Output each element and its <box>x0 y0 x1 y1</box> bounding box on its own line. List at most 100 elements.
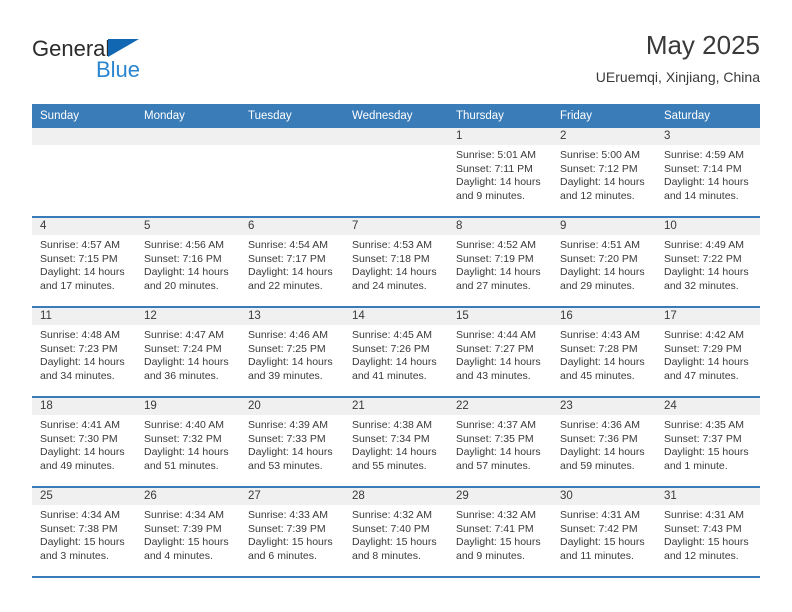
calendar-bottom-rule <box>32 576 760 578</box>
calendar-day-cell[interactable]: 22 Sunrise: 4:37 AM Sunset: 7:35 PM Dayligh… <box>448 398 552 486</box>
calendar-day-cell[interactable]: 25 Sunrise: 4:34 AM Sunset: 7:38 PM Dayligh… <box>32 488 136 576</box>
daylight-text: Daylight: 14 hours and 34 minutes. <box>40 356 125 382</box>
sunrise-text: Sunrise: 4:41 AM <box>40 419 120 431</box>
sunset-text: Sunset: 7:15 PM <box>40 252 118 265</box>
daylight-text: Daylight: 14 hours and 41 minutes. <box>352 356 437 382</box>
sunrise-text: Sunrise: 4:43 AM <box>560 329 640 341</box>
daylight-text: Daylight: 15 hours and 12 minutes. <box>664 536 749 562</box>
logo-text-blue: Blue <box>96 57 141 82</box>
sunset-text: Sunset: 7:16 PM <box>144 252 222 265</box>
sunset-text: Sunset: 7:27 PM <box>456 342 534 355</box>
sunset-text: Sunset: 7:37 PM <box>664 432 742 445</box>
sunset-text: Sunset: 7:39 PM <box>144 522 222 535</box>
daylight-text: Daylight: 15 hours and 3 minutes. <box>40 536 125 562</box>
day-number: 12 <box>136 308 240 325</box>
day-number: 24 <box>656 398 760 415</box>
calendar-day-cell[interactable]: 10 Sunrise: 4:49 AM Sunset: 7:22 PM Dayligh… <box>656 218 760 306</box>
calendar-week-row: 18 Sunrise: 4:41 AM Sunset: 7:30 PM Dayligh… <box>32 396 760 486</box>
calendar-day-cell[interactable]: 12 Sunrise: 4:47 AM Sunset: 7:24 PM Dayligh… <box>136 308 240 396</box>
calendar-day-cell[interactable]: 18 Sunrise: 4:41 AM Sunset: 7:30 PM Dayligh… <box>32 398 136 486</box>
sunset-text: Sunset: 7:38 PM <box>40 522 118 535</box>
day-details: Sunrise: 4:37 AM Sunset: 7:35 PM Daylight:… <box>448 415 552 473</box>
calendar-day-cell[interactable]: 2 Sunrise: 5:00 AM Sunset: 7:12 PM Daylight… <box>552 128 656 216</box>
sunset-text: Sunset: 7:29 PM <box>664 342 742 355</box>
sunset-text: Sunset: 7:17 PM <box>248 252 326 265</box>
day-details: Sunrise: 4:57 AM Sunset: 7:15 PM Daylight:… <box>32 235 136 293</box>
calendar-cell-empty <box>344 128 448 216</box>
calendar-day-cell[interactable]: 13 Sunrise: 4:46 AM Sunset: 7:25 PM Dayligh… <box>240 308 344 396</box>
sunset-text: Sunset: 7:33 PM <box>248 432 326 445</box>
weekday-header-monday: Monday <box>144 110 185 122</box>
sunset-text: Sunset: 7:42 PM <box>560 522 638 535</box>
calendar-day-cell[interactable]: 8 Sunrise: 4:52 AM Sunset: 7:19 PM Daylight… <box>448 218 552 306</box>
day-details: Sunrise: 4:53 AM Sunset: 7:18 PM Daylight:… <box>344 235 448 293</box>
calendar-day-cell[interactable]: 23 Sunrise: 4:36 AM Sunset: 7:36 PM Dayligh… <box>552 398 656 486</box>
daylight-text: Daylight: 14 hours and 12 minutes. <box>560 176 645 202</box>
sunrise-text: Sunrise: 4:57 AM <box>40 239 120 251</box>
calendar-week-row: 4 Sunrise: 4:57 AM Sunset: 7:15 PM Daylight… <box>32 216 760 306</box>
daylight-text: Daylight: 14 hours and 51 minutes. <box>144 446 229 472</box>
calendar-day-cell[interactable]: 19 Sunrise: 4:40 AM Sunset: 7:32 PM Dayligh… <box>136 398 240 486</box>
daylight-text: Daylight: 14 hours and 36 minutes. <box>144 356 229 382</box>
sunrise-text: Sunrise: 5:00 AM <box>560 149 640 161</box>
calendar-day-cell[interactable]: 27 Sunrise: 4:33 AM Sunset: 7:39 PM Dayligh… <box>240 488 344 576</box>
daylight-text: Daylight: 15 hours and 4 minutes. <box>144 536 229 562</box>
day-number: 1 <box>448 128 552 145</box>
day-number: 3 <box>656 128 760 145</box>
day-details: Sunrise: 4:31 AM Sunset: 7:43 PM Daylight:… <box>656 505 760 563</box>
sunset-text: Sunset: 7:39 PM <box>248 522 326 535</box>
day-details: Sunrise: 4:52 AM Sunset: 7:19 PM Daylight:… <box>448 235 552 293</box>
day-details: Sunrise: 4:56 AM Sunset: 7:16 PM Daylight:… <box>136 235 240 293</box>
calendar-day-cell[interactable]: 31 Sunrise: 4:31 AM Sunset: 7:43 PM Dayligh… <box>656 488 760 576</box>
daylight-text: Daylight: 14 hours and 39 minutes. <box>248 356 333 382</box>
sunrise-text: Sunrise: 4:36 AM <box>560 419 640 431</box>
sunrise-text: Sunrise: 4:56 AM <box>144 239 224 251</box>
day-number: 7 <box>344 218 448 235</box>
weekday-header-thursday: Thursday <box>456 110 504 122</box>
sunset-text: Sunset: 7:28 PM <box>560 342 638 355</box>
calendar-day-cell[interactable]: 5 Sunrise: 4:56 AM Sunset: 7:16 PM Daylight… <box>136 218 240 306</box>
calendar-day-cell[interactable]: 9 Sunrise: 4:51 AM Sunset: 7:20 PM Daylight… <box>552 218 656 306</box>
day-details: Sunrise: 4:40 AM Sunset: 7:32 PM Daylight:… <box>136 415 240 473</box>
sunrise-text: Sunrise: 4:46 AM <box>248 329 328 341</box>
day-number: 14 <box>344 308 448 325</box>
day-number: 19 <box>136 398 240 415</box>
calendar-day-cell[interactable]: 20 Sunrise: 4:39 AM Sunset: 7:33 PM Dayligh… <box>240 398 344 486</box>
calendar-day-cell[interactable]: 4 Sunrise: 4:57 AM Sunset: 7:15 PM Daylight… <box>32 218 136 306</box>
day-details: Sunrise: 4:46 AM Sunset: 7:25 PM Daylight:… <box>240 325 344 383</box>
calendar-day-cell[interactable]: 15 Sunrise: 4:44 AM Sunset: 7:27 PM Dayligh… <box>448 308 552 396</box>
day-details: Sunrise: 4:32 AM Sunset: 7:40 PM Daylight:… <box>344 505 448 563</box>
day-details: Sunrise: 4:48 AM Sunset: 7:23 PM Daylight:… <box>32 325 136 383</box>
daylight-text: Daylight: 14 hours and 9 minutes. <box>456 176 541 202</box>
calendar-day-cell[interactable]: 14 Sunrise: 4:45 AM Sunset: 7:26 PM Dayligh… <box>344 308 448 396</box>
calendar-day-cell[interactable]: 7 Sunrise: 4:53 AM Sunset: 7:18 PM Daylight… <box>344 218 448 306</box>
calendar-day-cell[interactable]: 28 Sunrise: 4:32 AM Sunset: 7:40 PM Dayligh… <box>344 488 448 576</box>
day-details: Sunrise: 4:44 AM Sunset: 7:27 PM Daylight:… <box>448 325 552 383</box>
day-number: 5 <box>136 218 240 235</box>
calendar-day-cell[interactable]: 30 Sunrise: 4:31 AM Sunset: 7:42 PM Dayligh… <box>552 488 656 576</box>
weekday-header-tuesday: Tuesday <box>248 110 292 122</box>
sunrise-text: Sunrise: 4:48 AM <box>40 329 120 341</box>
calendar-day-cell[interactable]: 26 Sunrise: 4:34 AM Sunset: 7:39 PM Dayligh… <box>136 488 240 576</box>
page-title: May 2025 <box>645 30 760 60</box>
day-number: 17 <box>656 308 760 325</box>
calendar-day-cell[interactable]: 24 Sunrise: 4:35 AM Sunset: 7:37 PM Dayligh… <box>656 398 760 486</box>
calendar-day-cell[interactable]: 1 Sunrise: 5:01 AM Sunset: 7:11 PM Daylight… <box>448 128 552 216</box>
day-details: Sunrise: 5:00 AM Sunset: 7:12 PM Daylight:… <box>552 145 656 203</box>
day-number: 30 <box>552 488 656 505</box>
calendar-day-cell[interactable]: 11 Sunrise: 4:48 AM Sunset: 7:23 PM Dayligh… <box>32 308 136 396</box>
day-details: Sunrise: 4:39 AM Sunset: 7:33 PM Daylight:… <box>240 415 344 473</box>
calendar-day-cell[interactable]: 29 Sunrise: 4:32 AM Sunset: 7:41 PM Dayligh… <box>448 488 552 576</box>
day-number: 27 <box>240 488 344 505</box>
calendar-day-cell[interactable]: 6 Sunrise: 4:54 AM Sunset: 7:17 PM Daylight… <box>240 218 344 306</box>
calendar-week-row: 1 Sunrise: 5:01 AM Sunset: 7:11 PM Daylight… <box>32 128 760 216</box>
calendar-day-cell[interactable]: 17 Sunrise: 4:42 AM Sunset: 7:29 PM Dayligh… <box>656 308 760 396</box>
sunset-text: Sunset: 7:18 PM <box>352 252 430 265</box>
calendar-page: General Blue May 2025 UEruemqi, Xinjiang… <box>0 0 792 612</box>
day-number: 10 <box>656 218 760 235</box>
calendar-day-cell[interactable]: 3 Sunrise: 4:59 AM Sunset: 7:14 PM Daylight… <box>656 128 760 216</box>
day-number: 28 <box>344 488 448 505</box>
calendar-day-cell[interactable]: 16 Sunrise: 4:43 AM Sunset: 7:28 PM Dayligh… <box>552 308 656 396</box>
calendar-day-cell[interactable]: 21 Sunrise: 4:38 AM Sunset: 7:34 PM Dayligh… <box>344 398 448 486</box>
sunrise-text: Sunrise: 4:54 AM <box>248 239 328 251</box>
